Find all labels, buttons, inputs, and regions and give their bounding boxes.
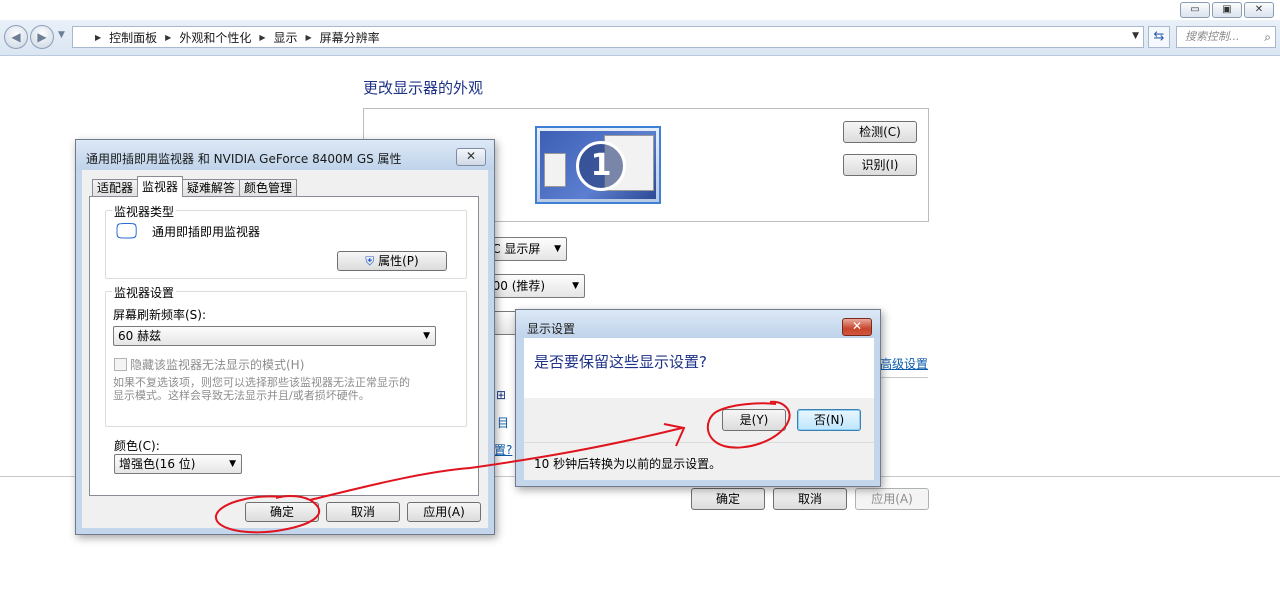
search-placeholder: 搜索控制... (1185, 30, 1240, 43)
window-caption-buttons: ▭ ▣ ✕ (1180, 2, 1274, 18)
page-title: 更改显示器的外观 (363, 79, 484, 97)
shield-icon: ⛨ (365, 254, 375, 268)
recent-pages-dropdown[interactable]: ▼ (58, 30, 65, 40)
confirm-footer: 10 秒钟后转换为以前的显示设置。 (524, 442, 874, 480)
breadcrumb-appearance[interactable]: 外观和个性化 (179, 29, 251, 46)
color-depth-select[interactable]: 增强色(16 位) ▼ (114, 454, 242, 474)
monitor-tab-panel: 监视器类型 🖵 通用即插即用监视器 ⛨ 属性(P) 监视器设置 屏幕刷新频率(S… (89, 196, 479, 496)
refresh-button[interactable]: ⇆ (1148, 26, 1170, 48)
confirm-title: 显示设置 (527, 322, 576, 336)
identify-button[interactable]: 识别(I) (843, 154, 917, 176)
breadcrumb-separator-icon: ▶ (305, 32, 312, 42)
detect-button[interactable]: 检测(C) (843, 121, 917, 143)
address-bar[interactable]: ▶ 控制面板 ▶ 外观和个性化 ▶ 显示 ▶ 屏幕分辨率 ▼ (72, 26, 1144, 48)
yes-button[interactable]: 是(Y) (722, 409, 786, 431)
monitor-settings-group: 监视器设置 屏幕刷新频率(S): 60 赫兹 ▼ 隐藏该监视器无法显示的模式(H… (105, 284, 467, 427)
confirm-title-bar[interactable]: 显示设置 ✕ (516, 310, 880, 338)
address-dropdown-icon[interactable]: ▼ (1132, 31, 1139, 41)
search-input[interactable]: 搜索控制... ⌕ (1176, 26, 1276, 48)
navigation-bar: ◀ ▶ ▼ ▶ 控制面板 ▶ 外观和个性化 ▶ 显示 ▶ 屏幕分辨率 ▼ ⇆ 搜… (0, 20, 1280, 56)
hide-modes-label: 隐藏该监视器无法显示的模式(H) (130, 358, 305, 372)
close-window-button[interactable]: ✕ (1244, 2, 1274, 18)
breadcrumb-separator-icon: ▶ (95, 32, 102, 42)
confirm-question: 是否要保留这些显示设置? (534, 353, 707, 371)
search-icon: ⌕ (1264, 30, 1271, 44)
window-thumbnail-icon (544, 153, 566, 187)
chevron-down-icon: ▼ (423, 331, 430, 341)
chevron-down-icon: ▼ (229, 459, 236, 469)
monitor-type-group: 监视器类型 🖵 通用即插即用监视器 ⛨ 属性(P) (105, 203, 467, 279)
monitor-1-tile[interactable]: 1 (535, 126, 661, 204)
refresh-rate-label: 屏幕刷新频率(S): (113, 308, 207, 322)
confirm-button-area: 是(Y) 否(N) (524, 398, 874, 442)
tab-troubleshoot[interactable]: 疑难解答 (182, 179, 241, 197)
tab-color-management[interactable]: 颜色管理 (239, 179, 298, 197)
monitor-number: 1 (576, 141, 626, 191)
chevron-down-icon: ▼ (572, 281, 579, 291)
monitor-properties-dialog: 通用即插即用监视器 和 NVIDIA GeForce 8400M GS 属性 ✕… (75, 139, 495, 535)
hide-modes-checkbox[interactable] (114, 358, 127, 371)
minimize-button[interactable]: ▭ (1180, 2, 1210, 18)
back-arrow-icon: ◀ (11, 30, 21, 44)
color-label: 颜色(C): (114, 439, 160, 453)
refresh-icon: ⇆ (1153, 29, 1165, 44)
back-button[interactable]: ◀ (4, 25, 28, 49)
chevron-down-icon: ▼ (554, 244, 561, 254)
monitor-screen: 1 (540, 131, 656, 199)
color-depth-value: 增强色(16 位) (119, 457, 196, 471)
forward-button[interactable]: ▶ (30, 25, 54, 49)
breadcrumb-separator-icon: ▶ (259, 32, 266, 42)
group-label: 监视器类型 (112, 203, 177, 220)
dialog-title-bar[interactable]: 通用即插即用监视器 和 NVIDIA GeForce 8400M GS 属性 ✕ (76, 140, 494, 170)
monitor-properties-label: 属性(P) (378, 254, 419, 268)
divider (880, 377, 928, 378)
refresh-rate-select[interactable]: 60 赫兹 ▼ (113, 326, 436, 346)
tab-monitor[interactable]: 监视器 (137, 176, 184, 197)
properties-cancel-button[interactable]: 取消 (326, 502, 400, 522)
main-ok-button[interactable]: 确定 (691, 488, 765, 510)
control-panel-window: ▭ ▣ ✕ ◀ ▶ ▼ ▶ 控制面板 ▶ 外观和个性化 ▶ 显示 ▶ 屏幕分辨率… (0, 0, 1280, 611)
hide-modes-description-2: 显示模式。这样会导致无法显示并且/或者损坏硬件。 (113, 389, 370, 402)
partial-link-1[interactable]: 目 (497, 414, 509, 431)
main-apply-button[interactable]: 应用(A) (855, 488, 929, 510)
windows-logo-icon: ⊞ (496, 388, 507, 402)
monitor-name: 通用即插即用监视器 (152, 225, 261, 239)
advanced-settings-link[interactable]: 高级设置 (880, 355, 928, 372)
forward-arrow-icon: ▶ (37, 30, 47, 44)
group-label: 监视器设置 (112, 284, 177, 301)
resolution-select[interactable]: 800 (推荐) ▼ (480, 274, 585, 298)
countdown-text: 10 秒钟后转换为以前的显示设置。 (534, 457, 722, 471)
no-button[interactable]: 否(N) (797, 409, 861, 431)
property-tabs: 适配器 监视器 疑难解答 颜色管理 (92, 176, 298, 197)
properties-ok-button[interactable]: 确定 (245, 502, 319, 522)
properties-apply-button[interactable]: 应用(A) (407, 502, 481, 522)
breadcrumb-separator-icon: ▶ (165, 32, 172, 42)
partial-link-2[interactable]: 置? (494, 441, 512, 458)
confirm-question-area: 是否要保留这些显示设置? (524, 338, 874, 398)
refresh-rate-value: 60 赫兹 (118, 329, 162, 343)
monitor-properties-button[interactable]: ⛨ 属性(P) (337, 251, 447, 271)
breadcrumb-screen-resolution[interactable]: 屏幕分辨率 (320, 29, 380, 46)
display-settings-confirm-dialog: 显示设置 ✕ 是否要保留这些显示设置? 是(Y) 否(N) 10 秒钟后转换为以… (515, 309, 881, 487)
main-cancel-button[interactable]: 取消 (773, 488, 847, 510)
close-icon[interactable]: ✕ (842, 318, 872, 336)
restore-button[interactable]: ▣ (1212, 2, 1242, 18)
monitor-icon: 🖵 (116, 219, 138, 244)
close-icon[interactable]: ✕ (456, 148, 486, 166)
breadcrumb-display[interactable]: 显示 (274, 29, 298, 46)
breadcrumb-control-panel[interactable]: 控制面板 (109, 29, 157, 46)
tab-adapter[interactable]: 适配器 (92, 179, 139, 197)
dialog-title: 通用即插即用监视器 和 NVIDIA GeForce 8400M GS 属性 (86, 152, 402, 166)
